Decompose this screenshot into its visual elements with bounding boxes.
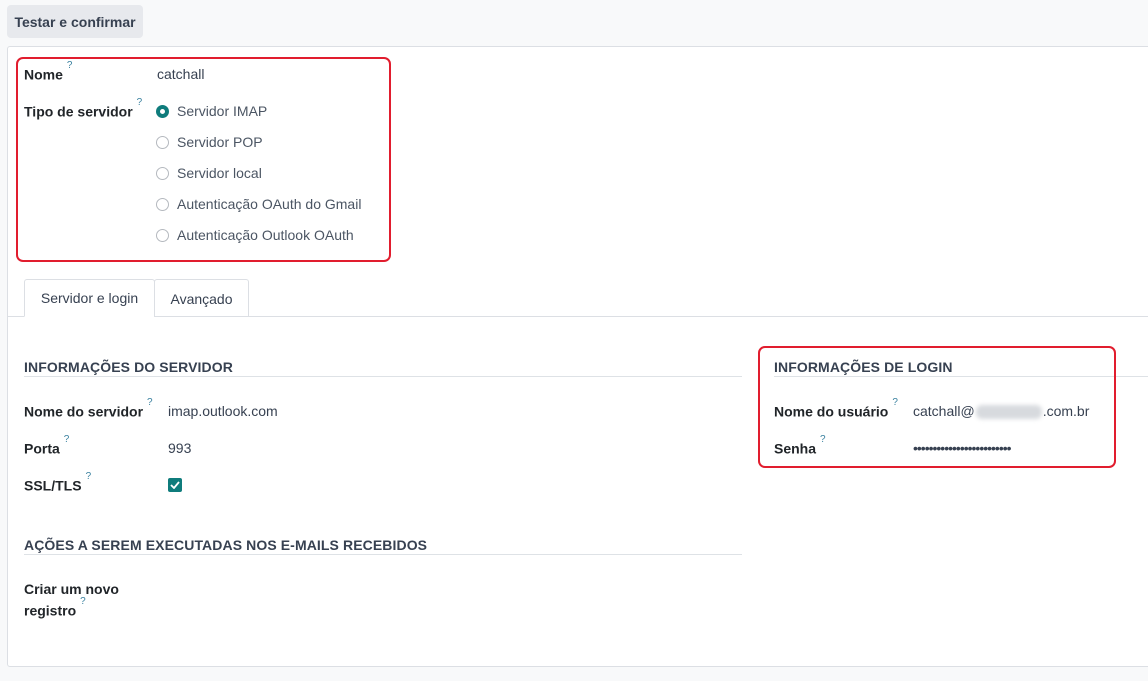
name-field[interactable]: catchall xyxy=(157,66,204,82)
radio-servidor-pop[interactable]: Servidor POP xyxy=(156,132,263,152)
server-type-help-icon[interactable]: ? xyxy=(137,97,143,108)
name-help-icon[interactable]: ? xyxy=(67,60,73,71)
server-info-separator xyxy=(24,376,742,377)
username-help-icon[interactable]: ? xyxy=(892,397,898,408)
server-info-title: INFORMAÇÕES DO SERVIDOR xyxy=(24,359,233,375)
radio-outlook-oauth[interactable]: Autenticação Outlook OAuth xyxy=(156,225,354,245)
checkmark-icon xyxy=(170,481,180,489)
test-and-confirm-button[interactable]: Testar e confirmar xyxy=(7,5,143,38)
create-record-label-text: registro xyxy=(24,602,77,619)
tab-servidor-e-login[interactable]: Servidor e login xyxy=(24,279,155,317)
tab-label: Avançado xyxy=(170,290,233,307)
password-label: Senha? xyxy=(774,434,826,457)
radio-unchecked-icon[interactable] xyxy=(156,135,169,149)
login-info-title: INFORMAÇÕES DE LOGIN xyxy=(774,359,953,375)
ssl-label-text: SSL/TLS xyxy=(24,477,82,494)
login-info-separator xyxy=(774,376,1148,377)
username-prefix: catchall@ xyxy=(913,403,975,419)
radio-gmail-oauth[interactable]: Autenticação OAuth do Gmail xyxy=(156,194,361,214)
password-label-text: Senha xyxy=(774,440,817,457)
tab-label: Servidor e login xyxy=(40,290,139,306)
radio-unchecked-icon[interactable] xyxy=(156,228,169,242)
tab-avancado[interactable]: Avançado xyxy=(154,279,249,317)
ssl-label: SSL/TLS? xyxy=(24,471,91,494)
name-label: Nome? xyxy=(24,60,72,83)
create-record-help-icon[interactable]: ? xyxy=(80,596,86,607)
port-label: Porta? xyxy=(24,434,69,457)
server-name-label-text: Nome do servidor xyxy=(24,403,144,420)
server-type-label: Tipo de servidor? xyxy=(24,97,142,120)
actions-title: AÇÕES A SEREM EXECUTADAS NOS E-MAILS REC… xyxy=(24,537,428,553)
radio-unchecked-icon[interactable] xyxy=(156,166,169,180)
server-name-help-icon[interactable]: ? xyxy=(147,397,153,408)
create-record-label-line1: Criar um novo xyxy=(24,581,119,597)
radio-label: Autenticação OAuth do Gmail xyxy=(177,196,362,212)
port-help-icon[interactable]: ? xyxy=(64,434,70,445)
radio-servidor-imap[interactable]: Servidor IMAP xyxy=(156,101,267,121)
password-help-icon[interactable]: ? xyxy=(820,434,826,445)
radio-checked-icon[interactable] xyxy=(156,104,169,118)
server-name-field[interactable]: imap.outlook.com xyxy=(168,403,278,419)
radio-label: Servidor IMAP xyxy=(177,103,268,119)
username-label: Nome do usuário? xyxy=(774,397,898,420)
radio-label: Servidor local xyxy=(177,165,262,181)
radio-servidor-local[interactable]: Servidor local xyxy=(156,163,262,183)
username-suffix: .com.br xyxy=(1042,403,1090,419)
username-field[interactable]: catchall@ .com.br xyxy=(913,403,1090,420)
radio-label: Autenticação Outlook OAuth xyxy=(177,227,354,243)
ssl-checkbox[interactable] xyxy=(168,478,182,492)
password-field[interactable]: ••••••••••••••••••••••••• xyxy=(913,440,1012,456)
ssl-help-icon[interactable]: ? xyxy=(86,471,92,482)
radio-unchecked-icon[interactable] xyxy=(156,197,169,211)
server-type-label-text: Tipo de servidor xyxy=(24,103,133,120)
port-field[interactable]: 993 xyxy=(168,440,191,456)
port-label-text: Porta xyxy=(24,440,60,457)
redacted-domain xyxy=(975,405,1042,420)
radio-label: Servidor POP xyxy=(177,134,263,150)
create-record-label-line2: registro? xyxy=(24,596,86,619)
actions-separator xyxy=(24,554,742,555)
name-label-text: Nome xyxy=(24,66,63,83)
server-name-label: Nome do servidor? xyxy=(24,397,153,420)
username-label-text: Nome do usuário xyxy=(774,403,889,420)
